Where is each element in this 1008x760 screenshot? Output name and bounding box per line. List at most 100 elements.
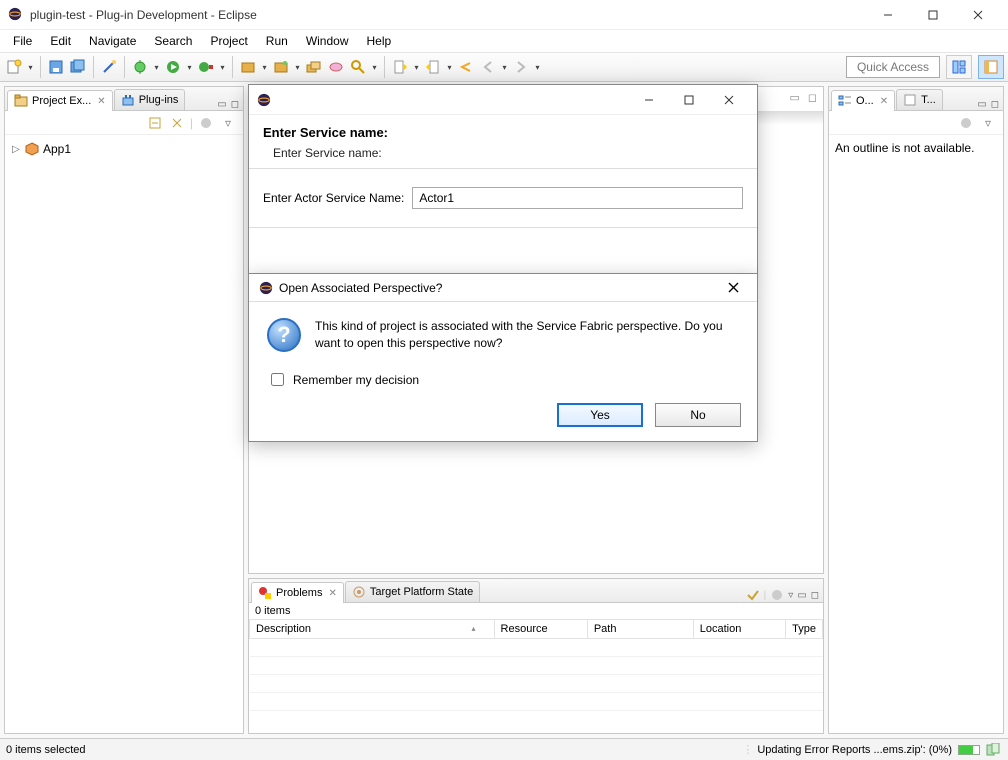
open-task-icon[interactable] <box>326 57 346 77</box>
tab-outline[interactable]: O... ✕ <box>831 90 895 111</box>
expand-icon[interactable]: ▷ <box>11 144 21 155</box>
maximize-view-icon[interactable]: ◻ <box>811 590 819 601</box>
save-icon[interactable] <box>46 57 66 77</box>
last-edit-icon[interactable] <box>456 57 476 77</box>
window-close-button[interactable] <box>955 0 1000 30</box>
debug-icon[interactable] <box>130 57 150 77</box>
menu-navigate[interactable]: Navigate <box>80 32 145 50</box>
link-editor-icon[interactable] <box>168 114 186 132</box>
status-tray-icon[interactable] <box>986 743 1002 757</box>
col-location[interactable]: Location <box>693 620 785 639</box>
focus-task-icon[interactable] <box>197 114 215 132</box>
plugins-icon <box>121 93 135 107</box>
project-icon <box>25 142 39 156</box>
tab-tasklist[interactable]: T... <box>896 89 943 110</box>
dialog-close-button[interactable] <box>709 86 749 114</box>
wizard-body: Enter Actor Service Name: <box>249 169 757 228</box>
wizard-header: Enter Service name: Enter Service name: <box>249 115 757 169</box>
wand-icon[interactable] <box>99 57 119 77</box>
dialog-close-button[interactable] <box>719 274 747 302</box>
statusbar: 0 items selected ⋮ Updating Error Report… <box>0 738 1008 760</box>
perspective-dialog-titlebar[interactable]: Open Associated Perspective? <box>249 274 757 302</box>
next-annotation-icon[interactable] <box>423 57 443 77</box>
editor-max-icon[interactable]: ◻ <box>808 91 817 104</box>
new-plugin-icon[interactable] <box>238 57 258 77</box>
tab-plugins[interactable]: Plug-ins <box>114 89 186 110</box>
minimize-view-icon[interactable]: ▭ <box>217 99 226 110</box>
new-icon[interactable] <box>4 57 24 77</box>
menu-file[interactable]: File <box>4 32 41 50</box>
dialog-maximize-button[interactable] <box>669 86 709 114</box>
menu-run[interactable]: Run <box>257 32 297 50</box>
left-tabbar: Project Ex... ✕ Plug-ins ▭ ◻ <box>5 87 243 111</box>
tree-item-app1[interactable]: ▷ App1 <box>11 141 237 157</box>
minimize-view-icon[interactable]: ▭ <box>977 99 986 110</box>
menu-edit[interactable]: Edit <box>41 32 80 50</box>
col-description[interactable]: Description▴ <box>250 620 495 639</box>
status-selection: 0 items selected <box>6 744 85 756</box>
collapse-all-icon[interactable] <box>146 114 164 132</box>
menu-window[interactable]: Window <box>297 32 358 50</box>
view-menu-icon[interactable]: ▿ <box>788 590 793 601</box>
focus-task-icon[interactable] <box>957 114 975 132</box>
tab-project-explorer[interactable]: Project Ex... ✕ <box>7 90 113 111</box>
menu-help[interactable]: Help <box>358 32 401 50</box>
debug-dropdown[interactable]: ▾ <box>152 57 161 77</box>
new-dropdown[interactable]: ▾ <box>26 57 35 77</box>
back-icon[interactable] <box>478 57 498 77</box>
question-icon: ? <box>267 318 301 352</box>
yes-button[interactable]: Yes <box>557 403 643 427</box>
remember-checkbox[interactable] <box>271 373 284 386</box>
col-path[interactable]: Path <box>587 620 693 639</box>
current-perspective-button[interactable] <box>978 55 1004 79</box>
window-maximize-button[interactable] <box>910 0 955 30</box>
menu-search[interactable]: Search <box>145 32 201 50</box>
project-tree[interactable]: ▷ App1 <box>5 135 243 163</box>
editor-min-icon[interactable]: ▭ <box>789 91 799 104</box>
outline-icon <box>838 94 852 108</box>
save-all-icon[interactable] <box>68 57 88 77</box>
problems-tabbar: Problems ✕ Target Platform State | ▿ ▭ ◻ <box>249 579 823 603</box>
col-type[interactable]: Type <box>786 620 823 639</box>
filter-icon[interactable] <box>770 588 784 602</box>
table-row <box>250 693 823 711</box>
remember-label[interactable]: Remember my decision <box>293 373 419 387</box>
dialog-titlebar[interactable] <box>249 85 757 115</box>
no-button[interactable]: No <box>655 403 741 427</box>
menubar: File Edit Navigate Search Project Run Wi… <box>0 30 1008 52</box>
tab-target-platform[interactable]: Target Platform State <box>345 581 480 602</box>
run-icon[interactable] <box>163 57 183 77</box>
wizard-title: Enter Service name: <box>263 125 743 146</box>
col-resource[interactable]: Resource <box>494 620 587 639</box>
service-name-dialog: Enter Service name: Enter Service name: … <box>248 84 758 274</box>
close-tab-icon[interactable]: ✕ <box>97 96 105 107</box>
tab-problems[interactable]: Problems ✕ <box>251 582 344 603</box>
open-type-icon[interactable] <box>304 57 324 77</box>
open-plugin-icon[interactable] <box>271 57 291 77</box>
maximize-view-icon[interactable]: ◻ <box>231 99 239 110</box>
focus-icon[interactable] <box>746 588 760 602</box>
prev-annotation-icon[interactable] <box>390 57 410 77</box>
close-tab-icon[interactable]: ✕ <box>328 588 336 599</box>
run-dropdown[interactable]: ▾ <box>185 57 194 77</box>
quick-access-field[interactable]: Quick Access <box>846 56 940 78</box>
view-menu-icon[interactable]: ▿ <box>219 114 237 132</box>
open-perspective-button[interactable] <box>946 55 972 79</box>
view-menu-icon[interactable]: ▿ <box>979 114 997 132</box>
status-progress-bar <box>958 745 980 755</box>
maximize-view-icon[interactable]: ◻ <box>991 99 999 110</box>
window-minimize-button[interactable] <box>865 0 910 30</box>
target-platform-icon <box>352 585 366 599</box>
run-last-dropdown[interactable]: ▾ <box>218 57 227 77</box>
eclipse-icon <box>259 281 273 295</box>
forward-icon[interactable] <box>511 57 531 77</box>
close-tab-icon[interactable]: ✕ <box>880 96 888 107</box>
minimize-view-icon[interactable]: ▭ <box>797 590 806 601</box>
dialog-minimize-button[interactable] <box>629 86 669 114</box>
problems-table[interactable]: Description▴ Resource Path Location Type <box>249 619 823 711</box>
table-row <box>250 657 823 675</box>
search-icon[interactable] <box>348 57 368 77</box>
run-last-icon[interactable] <box>196 57 216 77</box>
actor-service-input[interactable] <box>412 187 743 209</box>
menu-project[interactable]: Project <box>201 32 256 50</box>
